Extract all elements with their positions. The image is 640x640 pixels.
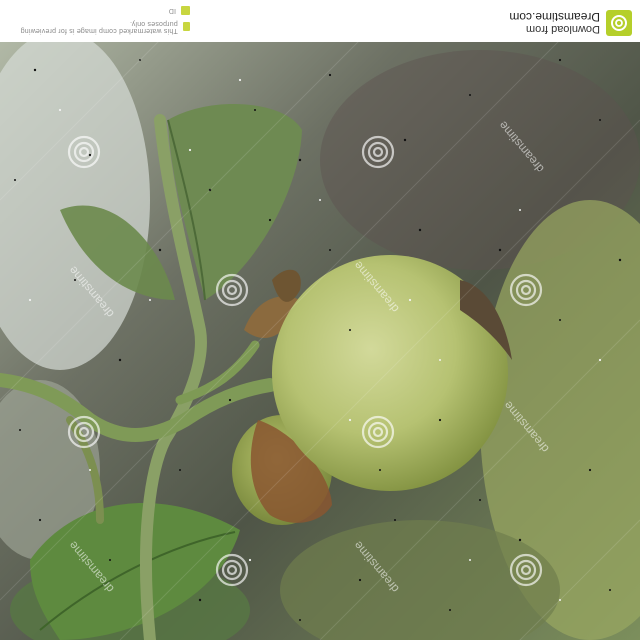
photograph (0, 0, 640, 640)
meta-square-icon (181, 6, 190, 15)
brand-block: Download from Dreamstime.com (509, 10, 632, 36)
dreamstime-banner: Download from Dreamstime.com This waterm… (0, 0, 640, 42)
banner-meta-line2: ID (168, 7, 176, 14)
banner-meta-line1: This watermarked comp image is for previ… (20, 20, 178, 34)
banner-download-label: Download from (526, 23, 600, 35)
meta-square-icon (182, 22, 190, 32)
banner-meta: This watermarked comp image is for previ… (10, 6, 190, 34)
banner-site-name: Dreamstime.com (509, 10, 600, 24)
dreamstime-logo-icon (606, 10, 632, 36)
